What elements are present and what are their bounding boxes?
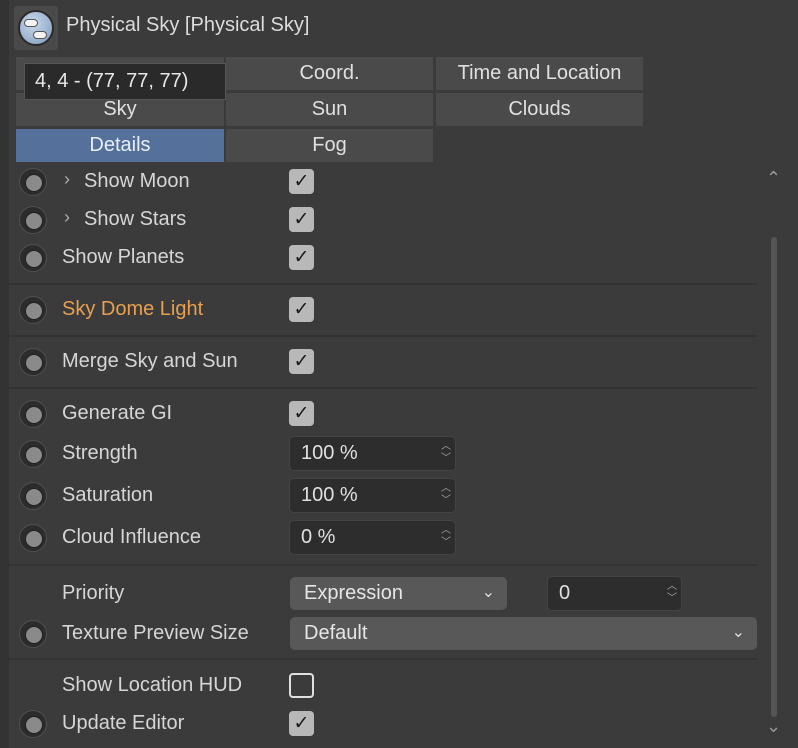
merge-sky-sun-label: Merge Sky and Sun [62, 350, 238, 372]
physical-sky-icon[interactable] [14, 6, 58, 50]
show-location-hud-checkbox[interactable] [289, 673, 314, 698]
divider [9, 564, 757, 566]
show-location-hud-label: Show Location HUD [62, 674, 243, 696]
animate-radio[interactable] [19, 206, 47, 234]
merge-sky-sun-checkbox[interactable]: ✓ [289, 349, 314, 374]
stepper-icon[interactable]: ︿ ﹀ [441, 483, 451, 507]
tab-clouds[interactable]: Clouds [436, 93, 643, 126]
chevron-right-icon[interactable]: › [64, 207, 70, 228]
generate-gi-label: Generate GI [62, 402, 173, 424]
saturation-label: Saturation [62, 484, 154, 506]
cloud-influence-value: 0 % [301, 526, 336, 548]
tab-details[interactable]: Details [16, 129, 224, 162]
divider [9, 658, 757, 660]
chevron-right-icon[interactable]: › [64, 169, 70, 190]
animate-radio[interactable] [19, 440, 47, 468]
stepper-icon[interactable]: ︿ ﹀ [441, 525, 451, 549]
divider [9, 335, 757, 337]
update-editor-label: Update Editor [62, 712, 185, 734]
priority-value-field[interactable]: 0 ︿ ﹀ [547, 576, 682, 611]
saturation-field[interactable]: 100 % ︿ ﹀ [289, 478, 456, 513]
divider [9, 387, 757, 389]
priority-label: Priority [62, 582, 125, 604]
animate-radio[interactable] [19, 482, 47, 510]
texture-preview-size-label: Texture Preview Size [62, 622, 249, 644]
animate-radio[interactable] [19, 244, 47, 272]
animate-radio[interactable] [19, 710, 47, 738]
generate-gi-checkbox[interactable]: ✓ [289, 401, 314, 426]
show-stars-checkbox[interactable]: ✓ [289, 207, 314, 232]
cloud-influence-label: Cloud Influence [62, 526, 201, 548]
tab-coord[interactable]: Coord. [226, 57, 433, 90]
object-title: Physical Sky [Physical Sky] [66, 14, 310, 36]
sky-dome-light-checkbox[interactable]: ✓ [289, 297, 314, 322]
scroll-up-icon[interactable]: ⌃ [766, 168, 781, 189]
strength-label: Strength [62, 442, 138, 464]
texture-preview-size-value: Default [304, 622, 368, 644]
show-stars-label: Show Stars [84, 208, 187, 230]
show-moon-label: Show Moon [84, 170, 190, 192]
scroll-down-icon[interactable]: ⌄ [766, 716, 781, 737]
show-planets-checkbox[interactable]: ✓ [289, 245, 314, 270]
saturation-value: 100 % [301, 484, 358, 506]
strength-value: 100 % [301, 442, 358, 464]
tab-time-location[interactable]: Time and Location [436, 57, 643, 90]
priority-mode-value: Expression [304, 582, 403, 604]
panel-edge [0, 0, 9, 748]
cloud-influence-field[interactable]: 0 % ︿ ﹀ [289, 520, 456, 555]
priority-value: 0 [559, 582, 571, 604]
show-planets-label: Show Planets [62, 246, 185, 268]
animate-radio[interactable] [19, 348, 47, 376]
animate-radio[interactable] [19, 620, 47, 648]
scrollbar[interactable] [771, 237, 777, 717]
divider [9, 283, 757, 285]
stepper-icon[interactable]: ︿ ﹀ [441, 441, 451, 465]
animate-radio[interactable] [19, 296, 47, 324]
sky-dome-light-label: Sky Dome Light [62, 298, 204, 320]
priority-mode-select[interactable]: Expression ⌄ [290, 577, 507, 610]
show-moon-checkbox[interactable]: ✓ [289, 169, 314, 194]
tab-sun[interactable]: Sun [226, 93, 433, 126]
animate-radio[interactable] [19, 524, 47, 552]
chevron-down-icon: ⌄ [481, 584, 495, 601]
strength-field[interactable]: 100 % ︿ ﹀ [289, 436, 456, 471]
tab-fog[interactable]: Fog [226, 129, 433, 162]
chevron-down-icon: ⌄ [731, 624, 745, 641]
update-editor-checkbox[interactable]: ✓ [289, 711, 314, 736]
animate-radio[interactable] [19, 168, 47, 196]
texture-preview-size-select[interactable]: Default ⌄ [290, 617, 757, 650]
animate-radio[interactable] [19, 400, 47, 428]
color-tooltip: 4, 4 - (77, 77, 77) [24, 63, 226, 100]
stepper-icon[interactable]: ︿ ﹀ [667, 581, 677, 605]
